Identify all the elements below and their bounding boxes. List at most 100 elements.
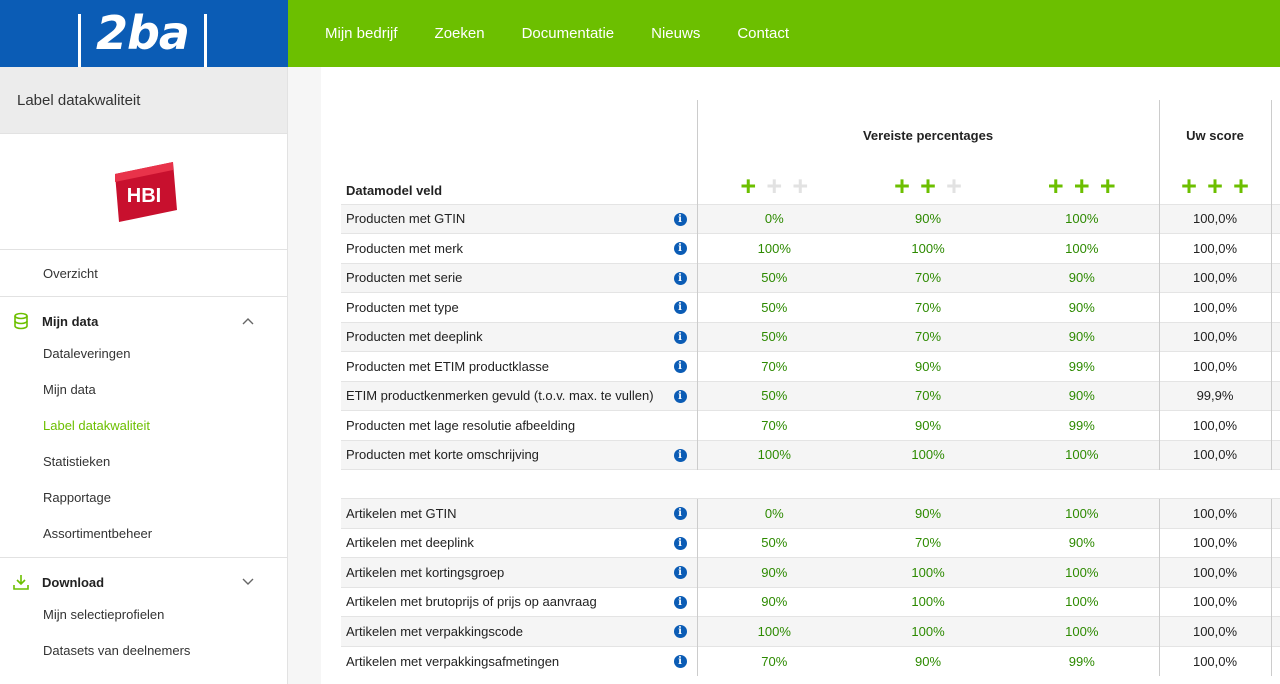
required-percentage: 100%: [696, 233, 851, 263]
sidebar-item-statistieken[interactable]: Statistieken: [0, 443, 287, 479]
info-icon[interactable]: i: [673, 271, 687, 285]
table-row: Producten met GTIN i 0% 90% 100% 100,0%: [341, 203, 1280, 234]
field-label: Producten met lage resolutie afbeelding: [346, 417, 576, 433]
field-label: Artikelen met GTIN: [346, 505, 457, 521]
table-row: Artikelen met verpakkingsafmetingen i 70% 9…: [341, 645, 1280, 676]
hbi-logo: HBI: [114, 161, 177, 222]
score-value: 100,0%: [1158, 498, 1272, 528]
sidebar-item-overzicht[interactable]: Overzicht: [0, 250, 287, 296]
info-icon[interactable]: i: [673, 536, 687, 550]
info-icon[interactable]: i: [673, 330, 687, 344]
field-name: Artikelen met kortingsgroep i: [341, 557, 697, 587]
field-label: Producten met type: [346, 299, 459, 315]
field-name: Producten met ETIM productklasse i: [341, 351, 697, 381]
table-row: Artikelen met brutoprijs of prijs op aan…: [341, 586, 1280, 617]
field-name: Producten met serie i: [341, 262, 697, 293]
logo-bar-right: [204, 14, 207, 67]
header-datamodel-field: Datamodel veld: [346, 182, 443, 198]
score-value: 100,0%: [1158, 527, 1272, 558]
field-name: ETIM productkenmerken gevuld (t.o.v. max…: [341, 380, 697, 411]
level-3-indicator: + + +: [1005, 170, 1159, 204]
required-percentage: 90%: [1005, 527, 1160, 558]
required-percentage: 100%: [1005, 439, 1160, 470]
required-percentage: 90%: [696, 586, 851, 617]
table-row: Artikelen met deeplink i 50% 70% 90% 100,0%: [341, 527, 1280, 558]
info-icon[interactable]: i: [673, 625, 687, 638]
score-value: 100,0%: [1158, 262, 1272, 293]
required-percentage: 90%: [851, 498, 1005, 528]
info-icon[interactable]: i: [673, 301, 687, 314]
required-percentage: 100%: [696, 616, 851, 646]
plus-icon: +: [766, 170, 783, 201]
database-icon: [12, 312, 30, 330]
sidebar-item-datasets-van-deelnemers[interactable]: Datasets van deelnemers: [0, 632, 287, 668]
field-name: Artikelen met deeplink i: [341, 527, 697, 558]
field-name: Producten met deeplink i: [341, 321, 697, 352]
plus-icon: +: [946, 170, 962, 201]
sidebar-section-download[interactable]: Download: [0, 558, 287, 606]
nav-documentatie[interactable]: Documentatie: [522, 25, 615, 42]
plus-icon: +: [920, 170, 936, 201]
info-icon[interactable]: i: [673, 566, 687, 579]
table-row: Artikelen met GTIN i 0% 90% 100% 100,0%: [341, 498, 1280, 528]
required-percentage: 100%: [851, 586, 1005, 617]
required-percentage: 100%: [1005, 616, 1160, 646]
sidebar-item-label-datakwaliteit[interactable]: Label datakwaliteit: [0, 407, 287, 443]
chevron-up-icon: [242, 313, 254, 328]
info-icon[interactable]: i: [673, 212, 687, 226]
required-percentage: 50%: [696, 380, 851, 411]
nav-contact[interactable]: Contact: [737, 25, 789, 42]
sidebar-section-label: Mijn data: [42, 313, 99, 329]
required-percentage: 99%: [1005, 410, 1160, 440]
table-row: Producten met korte omschrijving i 100% 100…: [341, 439, 1280, 470]
nav-nieuws[interactable]: Nieuws: [651, 25, 700, 42]
required-percentage: 70%: [696, 410, 851, 440]
field-name: Producten met type i: [341, 292, 697, 322]
info-icon[interactable]: i: [673, 389, 687, 403]
logo-bar-left: [78, 14, 81, 67]
sidebar-section-mijn-data[interactable]: Mijn data: [0, 297, 287, 345]
plus-icon: +: [1233, 170, 1249, 201]
info-icon[interactable]: i: [673, 595, 687, 609]
level-2-indicator: + + +: [851, 170, 1005, 204]
info-icon[interactable]: i: [673, 448, 687, 462]
required-percentage: 90%: [696, 557, 851, 587]
table-row: Producten met merk i 100% 100% 100% 100,0%: [341, 233, 1280, 263]
info-icon[interactable]: i: [673, 360, 687, 373]
score-value: 100,0%: [1158, 321, 1272, 352]
score-value: 100,0%: [1158, 586, 1272, 617]
field-name: Producten met lage resolutie afbeelding: [341, 410, 697, 440]
info-icon[interactable]: i: [673, 242, 687, 255]
score-value: 100,0%: [1158, 557, 1272, 587]
table-row: Producten met lage resolutie afbeelding 7…: [341, 410, 1280, 440]
sidebar-item-assortimentbeheer[interactable]: Assortimentbeheer: [0, 515, 287, 551]
required-percentage: 70%: [851, 262, 1005, 293]
required-percentage: 90%: [1005, 380, 1160, 411]
plus-icon: +: [792, 170, 809, 201]
score-value: 100,0%: [1158, 292, 1272, 322]
plus-icon: +: [1073, 170, 1090, 201]
field-label: Producten met merk: [346, 240, 464, 256]
content-panel[interactable]: Vereiste percentages Uw score Datamodel …: [321, 67, 1280, 684]
required-percentage: 90%: [851, 645, 1005, 676]
nav-mijn-bedrijf[interactable]: Mijn bedrijf: [325, 25, 398, 42]
required-percentage: 70%: [851, 321, 1005, 352]
main-content: Vereiste percentages Uw score Datamodel …: [288, 67, 1280, 684]
field-label: Artikelen met verpakkingsafmetingen: [346, 653, 560, 669]
main-nav: Mijn bedrijf Zoeken Documentatie Nieuws …: [325, 0, 826, 67]
sidebar-item-mijn-data[interactable]: Mijn data: [0, 371, 287, 407]
required-percentage: 90%: [851, 351, 1005, 381]
required-percentage: 0%: [696, 498, 851, 528]
nav-zoeken[interactable]: Zoeken: [435, 25, 485, 42]
info-icon[interactable]: i: [673, 654, 687, 668]
brand-logo-area: HBI: [0, 134, 287, 250]
required-percentage: 90%: [1005, 262, 1160, 293]
field-label: Producten met korte omschrijving: [346, 447, 539, 463]
2ba-logo[interactable]: 2ba: [0, 0, 288, 67]
required-percentage: 50%: [696, 527, 851, 558]
required-percentage: 100%: [851, 616, 1005, 646]
table-row: ETIM productkenmerken gevuld (t.o.v. max…: [341, 380, 1280, 411]
info-icon[interactable]: i: [673, 507, 687, 520]
score-level-indicator: + + +: [1158, 170, 1272, 204]
sidebar-item-rapportage[interactable]: Rapportage: [0, 479, 287, 515]
